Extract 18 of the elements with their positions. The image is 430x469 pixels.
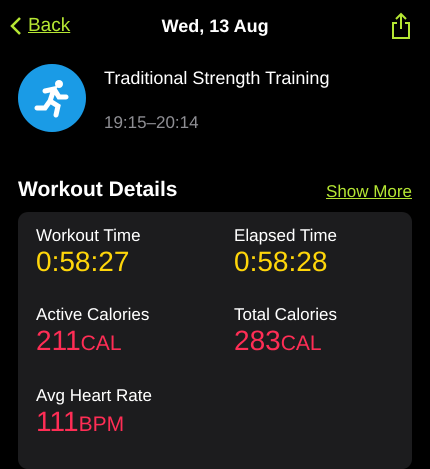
metric-label: Avg Heart Rate — [36, 386, 153, 406]
share-icon[interactable] — [390, 12, 412, 40]
workout-name: Traditional Strength Training — [104, 68, 330, 89]
metric-value: 0:58:28 — [234, 246, 328, 278]
chevron-icon — [10, 16, 22, 36]
nav-title: Wed, 13 Aug — [162, 16, 269, 36]
section-title: Workout Details — [18, 178, 178, 202]
metric-label: Total Calories — [234, 304, 338, 325]
show-more-link[interactable]: Show More — [326, 182, 412, 202]
back-link[interactable]: Back — [10, 15, 70, 37]
workout-time: 19:15–20:14 — [104, 113, 200, 133]
metric-label: Active Calories — [36, 304, 150, 325]
metric-label: Elapsed Time — [234, 226, 338, 246]
metric-value: 283CAL — [234, 324, 323, 358]
metric-value: 0:58:27 — [36, 246, 130, 278]
metric-value: 111BPM — [36, 406, 126, 440]
metric-label: Workout Time — [36, 226, 142, 246]
metric-value: 211CAL — [36, 324, 122, 358]
